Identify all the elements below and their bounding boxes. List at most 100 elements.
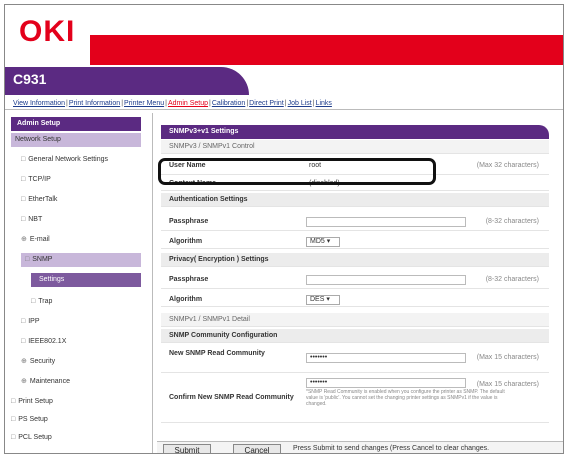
collapse-icon: □ [31, 298, 36, 305]
sidebar-item-label: Security [29, 358, 56, 365]
sidebar-item-label: PS Setup [18, 416, 48, 423]
sidebar-item-label: General Network Settings [28, 156, 108, 163]
subheader-text: SNMPv1 / SNMPv1 Detail [169, 316, 250, 323]
community-config-header: SNMP Community Configuration [161, 329, 549, 343]
priv-passphrase-input[interactable] [306, 275, 466, 285]
panel-title: SNMPv3+v1 Settings [161, 125, 549, 139]
nav-separator: | [209, 100, 211, 107]
sidebar-item-pcl-setup[interactable]: □ PCL Setup [11, 431, 52, 445]
sidebar-item-network-setup[interactable]: Network Setup [11, 133, 141, 147]
priv-algorithm-select[interactable]: DES ▾ [306, 295, 340, 305]
nav-view-information[interactable]: View Information [13, 100, 65, 107]
sidebar-item-ps-setup[interactable]: □ PS Setup [11, 413, 48, 427]
snmpv1-subheader: SNMPv1 / SNMPv1 Detail [161, 313, 549, 327]
sidebar-item-print-setup[interactable]: □ Print Setup [11, 395, 53, 409]
form-footer: Submit Cancel Press Submit to send chang… [157, 441, 563, 453]
collapse-icon: □ [21, 196, 26, 203]
sidebar-item-label: PCL Setup [18, 434, 52, 441]
top-navigation: View Information|Print Information|Print… [5, 98, 563, 110]
sidebar-item-maintenance[interactable]: ⊕ Maintenance [21, 375, 70, 389]
collapse-icon: □ [21, 338, 26, 345]
community-note: *SNMP Read Community is enabled when you… [306, 389, 505, 407]
sidebar-item-snmp[interactable]: □ SNMP [21, 253, 141, 267]
section-title: Privacy( Encryption ) Settings [169, 256, 269, 263]
nav-separator: | [66, 100, 68, 107]
new-read-community-hint: (Max 15 characters) [476, 354, 539, 361]
collapse-icon: □ [11, 398, 16, 405]
sidebar-item-label: TCP/IP [28, 176, 51, 183]
auth-passphrase-row: Passphrase (8-32 characters) [161, 213, 549, 231]
nav-calibration[interactable]: Calibration [212, 100, 245, 107]
footer-message: Press Submit to send changes (Press Canc… [293, 445, 490, 452]
sidebar-item-email[interactable]: ⊕ E-mail [21, 233, 50, 247]
sidebar-item-tcpip[interactable]: □ TCP/IP [21, 173, 51, 187]
expand-icon: ⊕ [21, 358, 27, 365]
sidebar-item-label: SNMP [32, 256, 53, 263]
collapse-icon: □ [21, 216, 26, 223]
cancel-button[interactable]: Cancel [233, 444, 281, 453]
new-read-community-row: New SNMP Read Community ••••••• (Max 15 … [161, 345, 549, 373]
sidebar-item-trap[interactable]: □ Trap [31, 295, 52, 309]
priv-passphrase-label: Passphrase [169, 276, 209, 283]
auth-algorithm-row: Algorithm MD5 ▾ [161, 235, 549, 249]
sidebar-item-nbt[interactable]: □ NBT [21, 213, 42, 227]
expand-icon: ⊕ [21, 236, 27, 243]
nav-direct-print[interactable]: Direct Print [249, 100, 284, 107]
sidebar-item-ipp[interactable]: □ IPP [21, 315, 40, 329]
nav-separator: | [284, 100, 287, 107]
sidebar-item-label: E-mail [29, 236, 50, 243]
sidebar-item-label: Trap [38, 298, 53, 305]
priv-algorithm-row: Algorithm DES ▾ [161, 293, 549, 307]
priv-passphrase-hint: (8-32 characters) [485, 276, 539, 283]
nav-separator: | [246, 100, 249, 107]
sidebar-item-label: Settings [39, 276, 65, 283]
auth-passphrase-hint: (8-32 characters) [485, 218, 539, 225]
sidebar-item-label: EtherTalk [28, 196, 58, 203]
nav-separator: | [312, 100, 315, 107]
nav-separator: | [165, 100, 167, 107]
auth-algorithm-select[interactable]: MD5 ▾ [306, 237, 340, 247]
confirm-read-community-row: Confirm New SNMP Read Community ••••••• … [161, 375, 549, 423]
auth-passphrase-input[interactable] [306, 217, 466, 227]
sidebar-item-ieee8021x[interactable]: □ IEEE802.1X [21, 335, 66, 349]
confirm-read-community-input[interactable]: ••••••• [306, 378, 466, 388]
priv-passphrase-row: Passphrase (8-32 characters) [161, 271, 549, 289]
user-name-highlight [158, 158, 436, 185]
submit-button[interactable]: Submit [163, 444, 211, 453]
expand-icon: ⊕ [21, 378, 27, 385]
priv-algorithm-label: Algorithm [169, 296, 203, 303]
collapse-icon: □ [11, 434, 16, 441]
nav-separator: | [121, 100, 124, 107]
privacy-settings-header: Privacy( Encryption ) Settings [161, 253, 549, 267]
model-name: C931 [13, 71, 47, 87]
oki-logo: OKI [19, 15, 76, 48]
auth-passphrase-label: Passphrase [169, 218, 209, 225]
collapse-icon: □ [21, 318, 26, 325]
section-title: Authentication Settings [169, 196, 248, 203]
sidebar-item-security[interactable]: ⊕ Security [21, 355, 55, 369]
sidebar-item-label: Print Setup [18, 398, 53, 405]
confirm-read-community-label: Confirm New SNMP Read Community [169, 394, 294, 401]
sidebar-item-ethertalk[interactable]: □ EtherTalk [21, 193, 57, 207]
nav-printer-menu[interactable]: Printer Menu [124, 100, 164, 107]
new-read-community-label: New SNMP Read Community [169, 350, 265, 357]
sidebar-item-label: IPP [28, 318, 40, 325]
subheader-text: SNMPv3 / SNMPv1 Control [169, 143, 255, 150]
collapse-icon: □ [21, 156, 26, 163]
nav-admin-setup[interactable]: Admin Setup [168, 100, 208, 107]
nav-print-information[interactable]: Print Information [69, 100, 120, 107]
red-banner [90, 35, 563, 65]
sidebar: Admin Setup Network Setup □ General Netwo… [5, 113, 153, 453]
collapse-icon: □ [11, 416, 16, 423]
sidebar-item-general-network-settings[interactable]: □ General Network Settings [21, 153, 108, 167]
sidebar-title[interactable]: Admin Setup [11, 117, 141, 131]
nav-job-list[interactable]: Job List [288, 100, 312, 107]
auth-settings-header: Authentication Settings [161, 193, 549, 207]
sidebar-item-snmp-settings[interactable]: Settings [31, 273, 141, 287]
user-name-hint: (Max 32 characters) [476, 162, 539, 169]
page-header: OKI C931 [5, 5, 563, 95]
sidebar-item-label: NBT [28, 216, 43, 223]
browser-frame: OKI C931 View Information|Print Informat… [4, 4, 564, 454]
nav-links[interactable]: Links [316, 100, 332, 107]
new-read-community-input[interactable]: ••••••• [306, 353, 466, 363]
